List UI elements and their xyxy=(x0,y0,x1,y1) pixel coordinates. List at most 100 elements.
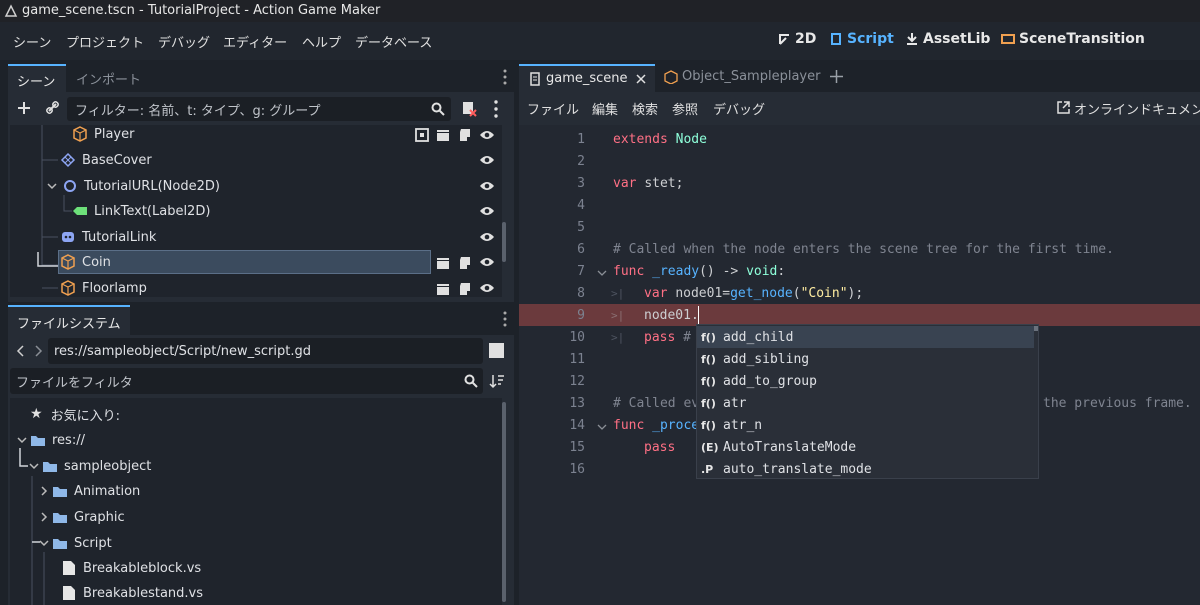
split-mode-icon[interactable] xyxy=(489,343,504,358)
file-tree-scrollbar[interactable] xyxy=(502,402,506,602)
tab-scene[interactable]: シーン xyxy=(8,64,66,92)
file-item-graphic[interactable]: Graphic xyxy=(38,505,125,529)
autocomplete-item[interactable]: f() atr xyxy=(697,392,1034,414)
box-icon xyxy=(664,70,678,84)
visibility-eye-icon[interactable] xyxy=(479,282,495,294)
remove-script-icon[interactable] xyxy=(461,101,477,117)
tree-node-tutorialurl[interactable]: TutorialURL(Node2D) xyxy=(46,174,220,198)
script-menu-goto[interactable]: 参照 xyxy=(672,99,698,118)
script-icon[interactable] xyxy=(458,282,472,296)
file-item-sampleobject[interactable]: sampleobject xyxy=(28,454,151,478)
autocomplete-item[interactable]: f() add_sibling xyxy=(697,348,1034,370)
tab-game-scene[interactable]: game_scene xyxy=(519,64,655,92)
tab-import[interactable]: インポート xyxy=(76,69,141,88)
file-item-script[interactable]: Script xyxy=(38,531,112,555)
back-arrow-icon[interactable] xyxy=(16,345,26,357)
tree-node-player[interactable]: Player xyxy=(72,122,134,146)
menu-database[interactable]: データベース xyxy=(355,32,432,51)
autocomplete-item[interactable]: f() add_to_group xyxy=(697,370,1034,392)
workspace-scenetransition-label: SceneTransition xyxy=(1019,31,1145,47)
tree-node-coin[interactable]: Coin xyxy=(60,250,111,274)
autocomplete-item[interactable]: .P auto_translate_mode xyxy=(697,458,1034,480)
menu-editor[interactable]: エディター xyxy=(223,32,287,51)
visibility-eye-icon[interactable] xyxy=(479,205,495,217)
workspace-assetlib-button[interactable]: AssetLib xyxy=(905,31,990,47)
code-line-13a: # Called ev xyxy=(613,396,700,411)
file-item-animation[interactable]: Animation xyxy=(38,479,140,503)
link-icon[interactable] xyxy=(46,101,60,115)
add-tab-icon[interactable] xyxy=(830,70,843,83)
visibility-eye-icon[interactable] xyxy=(479,154,495,166)
code-token: # xyxy=(683,330,691,345)
scene-filter-input[interactable]: フィルター: 名前、t: タイプ、g: グループ xyxy=(67,97,451,121)
clapper-icon[interactable] xyxy=(436,256,450,270)
workspace-2d-button[interactable]: 2D xyxy=(777,31,816,47)
group-icon[interactable] xyxy=(415,128,429,142)
fold-arrow-icon[interactable] xyxy=(597,268,607,278)
file-item-breakableblock[interactable]: Breakableblock.vs xyxy=(62,556,201,580)
menu-help[interactable]: ヘルプ xyxy=(302,32,341,51)
code-editor[interactable]: 1 2 3 4 5 6 7 8 9 10 11 12 13 14 15 16 >… xyxy=(519,125,1200,605)
file-item-breakablestand[interactable]: Breakablestand.vs xyxy=(62,581,203,605)
tree-node-label: Coin xyxy=(82,254,111,270)
line-number: 8 xyxy=(577,286,585,301)
method-icon: f() xyxy=(701,330,716,344)
file-item-res[interactable]: res:// xyxy=(16,428,85,452)
visibility-eye-icon[interactable] xyxy=(479,129,495,141)
visibility-eye-icon[interactable] xyxy=(479,231,495,243)
chevron-right-icon[interactable] xyxy=(38,485,50,497)
add-node-icon[interactable] xyxy=(17,101,31,115)
script-icon[interactable] xyxy=(458,128,472,142)
code-token: extends xyxy=(613,132,668,147)
scene-options-icon[interactable] xyxy=(494,100,498,118)
close-icon[interactable] xyxy=(636,74,646,84)
visibility-eye-icon[interactable] xyxy=(479,256,495,268)
menu-debug[interactable]: デバッグ xyxy=(158,32,210,51)
autocomplete-item[interactable]: (E) AutoTranslateMode xyxy=(697,436,1034,458)
controller-icon xyxy=(62,232,74,242)
dock-menu-icon[interactable] xyxy=(503,311,507,327)
code-line-1: extends Node xyxy=(613,132,707,147)
sort-icon[interactable] xyxy=(489,373,505,389)
method-icon: f() xyxy=(701,396,716,410)
favorites-row[interactable]: ★ お気に入り: xyxy=(30,402,120,426)
script-menu-file[interactable]: ファイル xyxy=(527,99,579,118)
autocomplete-label: AutoTranslateMode xyxy=(723,439,857,455)
chevron-down-icon[interactable] xyxy=(28,460,40,472)
tab-filesystem[interactable]: ファイルシステム xyxy=(8,305,130,335)
script-icon[interactable] xyxy=(458,256,472,270)
clapper-icon[interactable] xyxy=(436,282,450,296)
tree-node-basecover[interactable]: BaseCover xyxy=(60,148,152,172)
tree-node-linktext[interactable]: LinkText(Label2D) xyxy=(72,199,210,223)
file-filter-input[interactable]: ファイルをフィルタ xyxy=(10,368,483,394)
online-docs-link[interactable]: オンラインドキュメント xyxy=(1074,99,1200,118)
tree-node-floorlamp[interactable]: Floorlamp xyxy=(60,276,147,300)
visibility-eye-icon[interactable] xyxy=(479,180,495,192)
chevron-right-icon[interactable] xyxy=(38,511,50,523)
code-token: node01= xyxy=(675,286,731,301)
dock-menu-icon[interactable] xyxy=(503,69,507,85)
script-menu-edit[interactable]: 編集 xyxy=(592,99,618,118)
tree-node-tutoriallink[interactable]: TutorialLink xyxy=(60,225,156,249)
forward-arrow-icon[interactable] xyxy=(33,345,43,357)
menu-scene[interactable]: シーン xyxy=(13,32,51,51)
code-token: func xyxy=(613,264,645,279)
menu-project[interactable]: プロジェクト xyxy=(66,32,144,51)
workspace-script-button[interactable]: Script xyxy=(829,31,894,47)
autocomplete-item[interactable]: f() atr_n xyxy=(697,414,1034,436)
scene-tree-scrollbar[interactable] xyxy=(502,222,506,262)
chevron-down-icon[interactable] xyxy=(38,537,50,549)
filesystem-path-field[interactable]: res://sampleobject/Script/new_script.gd xyxy=(48,338,483,364)
script-menu-debug[interactable]: デバッグ xyxy=(713,99,765,118)
chevron-down-icon[interactable] xyxy=(46,180,58,192)
autocomplete-scrollbar[interactable] xyxy=(1034,326,1038,331)
chevron-down-icon[interactable] xyxy=(16,434,28,446)
main-menu-bar: シーン プロジェクト デバッグ エディター ヘルプ データベース 2D Scri… xyxy=(0,22,1200,60)
enum-icon: (E) xyxy=(701,440,719,454)
clapper-icon[interactable] xyxy=(436,128,450,142)
autocomplete-item-selected[interactable]: f() add_child xyxy=(697,326,1034,348)
fold-arrow-icon[interactable] xyxy=(597,422,607,432)
workspace-scenetransition-button[interactable]: SceneTransition xyxy=(1001,31,1145,47)
script-menu-search[interactable]: 検索 xyxy=(632,99,658,118)
tab-object-sampleplayer[interactable]: Object_Sampleplayer xyxy=(682,69,820,84)
